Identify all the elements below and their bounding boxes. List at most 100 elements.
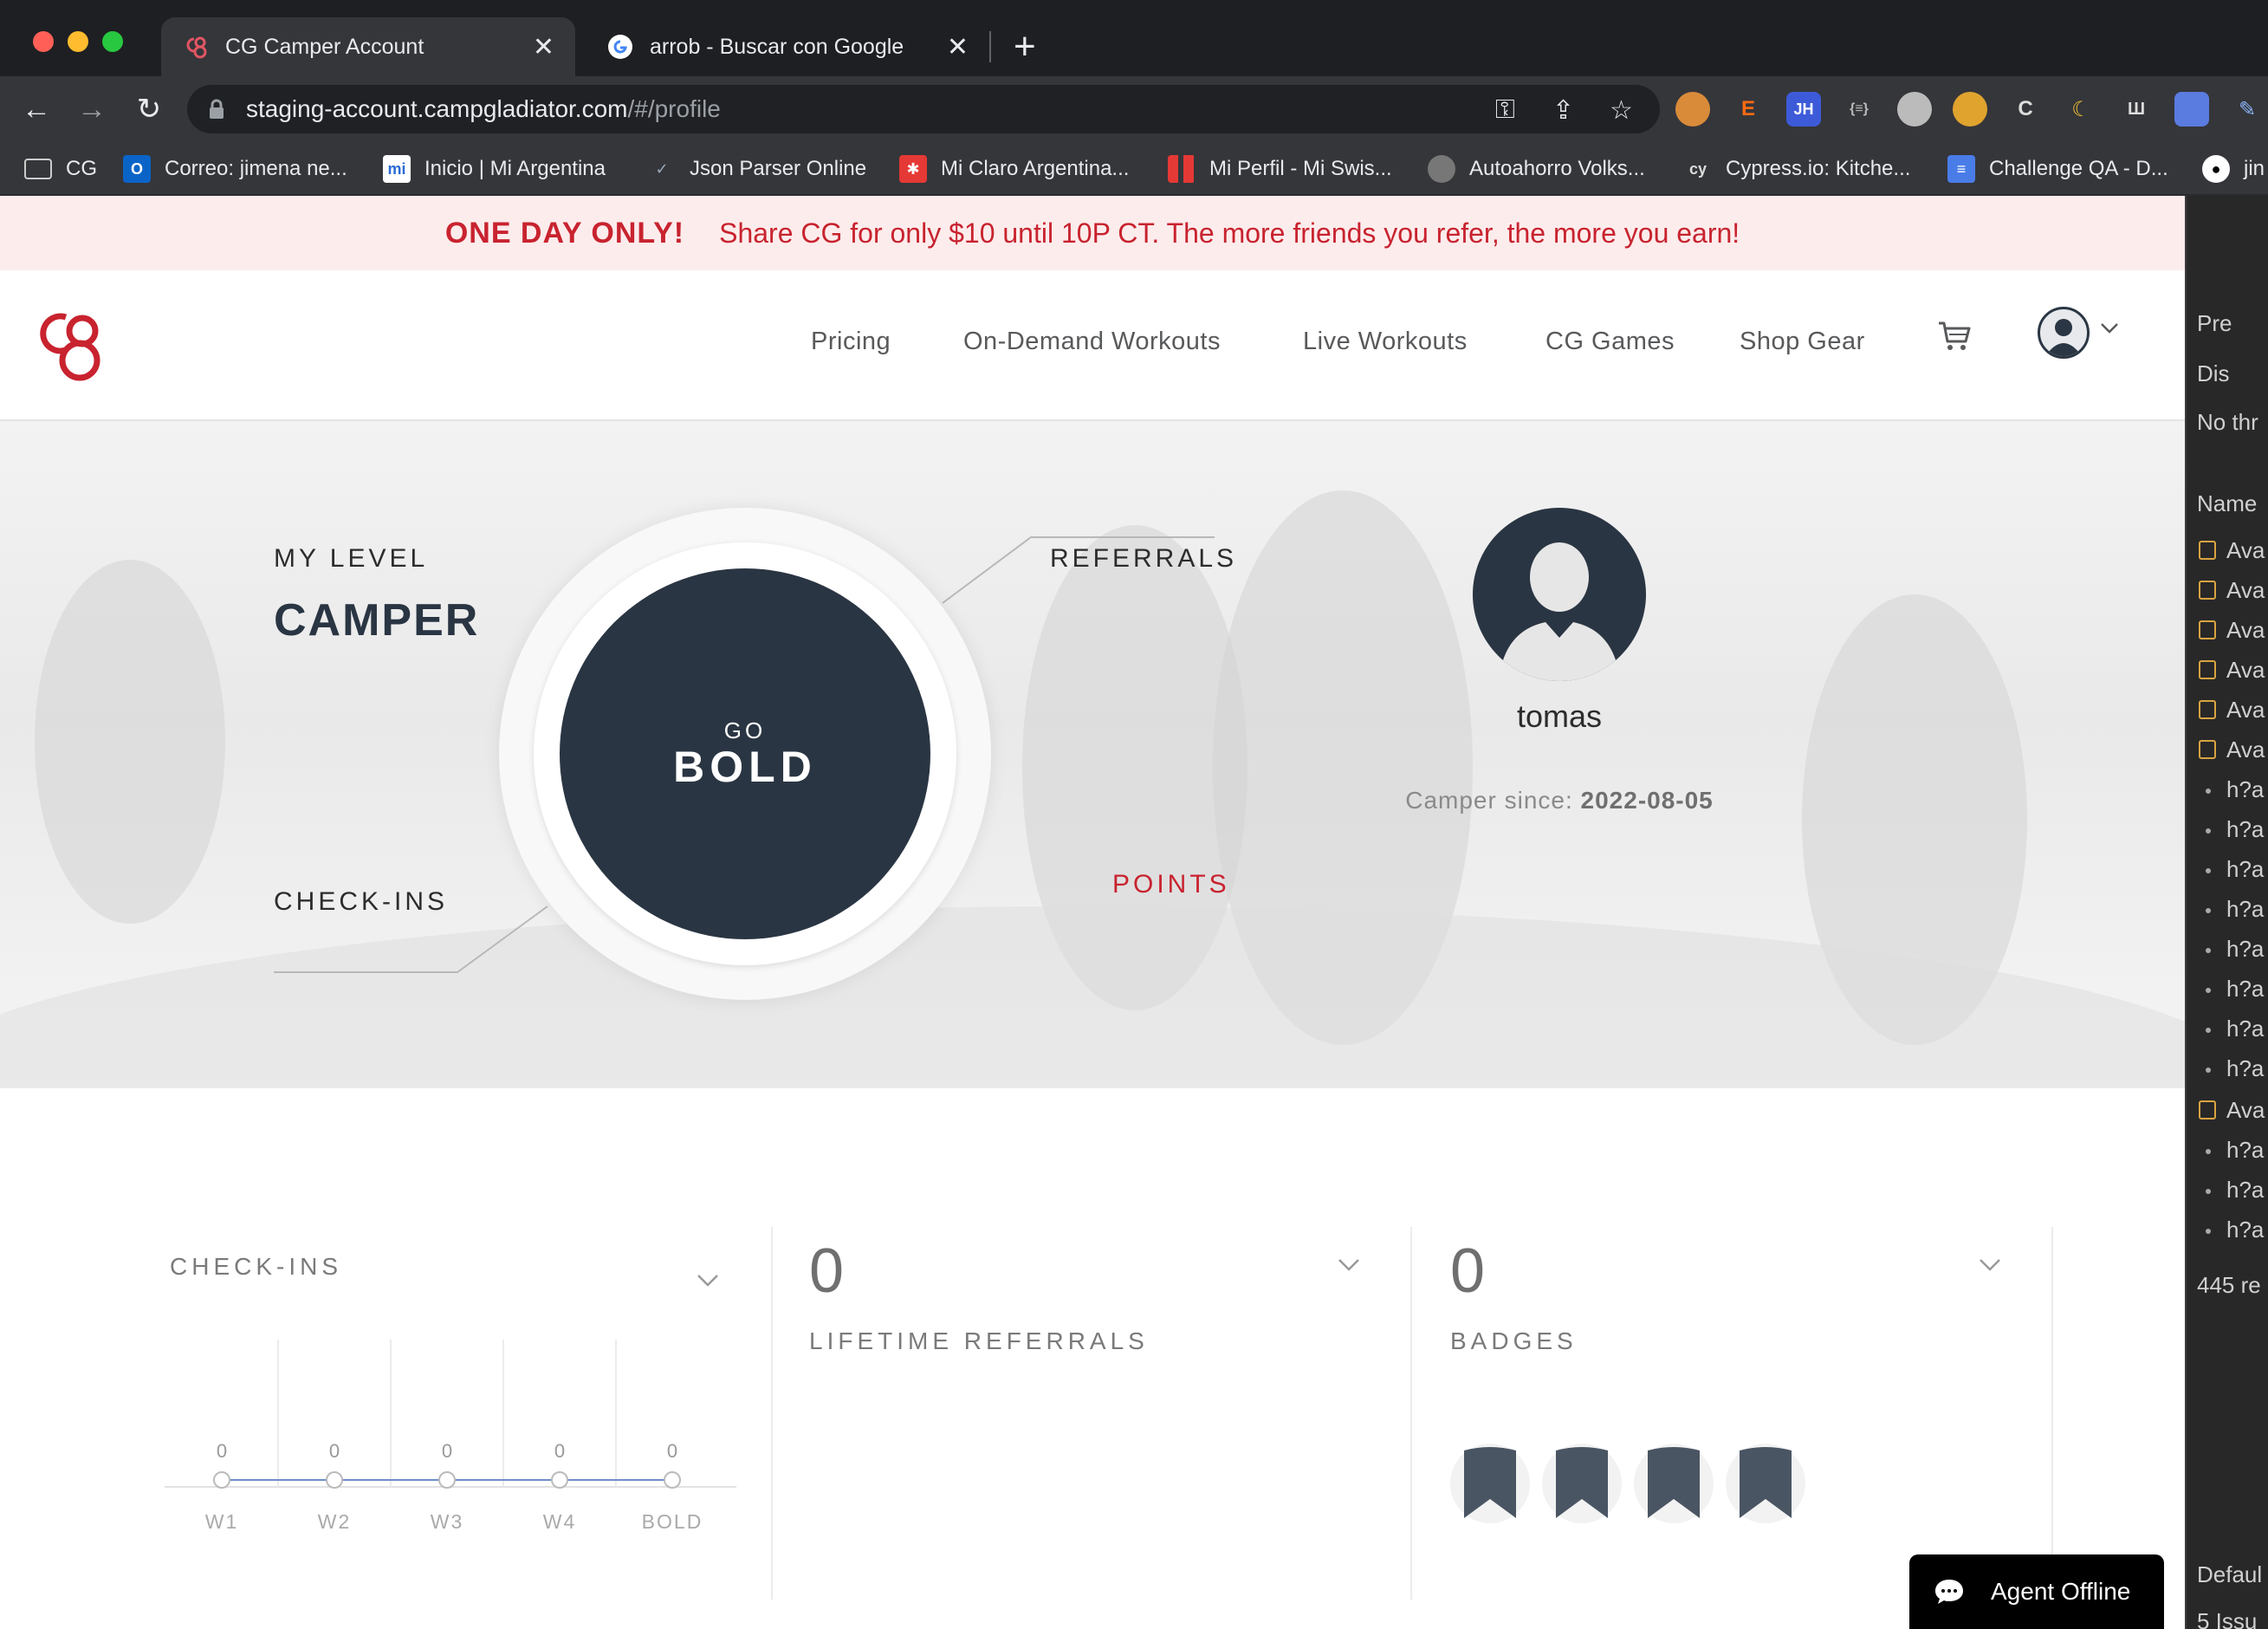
devtools-row[interactable]: Ava: [2226, 697, 2265, 724]
moon-extension-icon[interactable]: ☾: [2064, 92, 2098, 127]
devtools-row[interactable]: h?a: [2226, 816, 2264, 843]
nav-on-demand-workouts[interactable]: On-Demand Workouts: [963, 328, 1221, 356]
level-badge-top-text: GO: [723, 717, 767, 743]
badges-chevron-down-icon[interactable]: [1979, 1258, 2001, 1272]
request-dot-icon: [2206, 868, 2211, 873]
request-dot-icon: [2206, 1229, 2211, 1234]
close-window-button[interactable]: [33, 31, 54, 52]
devtools-row[interactable]: Ava: [2226, 737, 2265, 763]
badge-placeholder[interactable]: [1634, 1444, 1714, 1523]
share-icon[interactable]: ⇪: [1552, 95, 1574, 126]
bookmark-label: Cypress.io: Kitche...: [1726, 157, 1911, 180]
back-icon[interactable]: ←: [17, 90, 55, 128]
devtools-row[interactable]: h?a: [2226, 1177, 2264, 1204]
type-extension-icon[interactable]: Ш: [2119, 92, 2154, 127]
devtools-row[interactable]: Ava: [2226, 657, 2265, 684]
bookmark-item[interactable]: CG: [24, 154, 97, 184]
devtools-row[interactable]: h?a: [2226, 1016, 2264, 1042]
screen-extension-icon[interactable]: [2174, 92, 2209, 127]
bookmark-item[interactable]: Mi Perfil - Mi Swis...: [1168, 154, 1392, 184]
avatar-icon: [2045, 319, 2082, 356]
devtools-row[interactable]: h?a: [2226, 1137, 2264, 1164]
nav-live-workouts[interactable]: Live Workouts: [1303, 328, 1468, 356]
bookmark-item[interactable]: O Correo: jimena ne...: [123, 154, 347, 184]
bookmark-item[interactable]: Autoahorro Volks...: [1428, 154, 1645, 184]
devtools-row[interactable]: Name: [2197, 490, 2257, 517]
cookie-extension-icon[interactable]: [1675, 92, 1710, 127]
maximize-window-button[interactable]: [102, 31, 123, 52]
nav-shop-gear[interactable]: Shop Gear: [1740, 328, 1865, 356]
devtools-row[interactable]: Ava: [2226, 577, 2265, 604]
referrals-chevron-down-icon[interactable]: [1338, 1258, 1360, 1272]
tab-separator: [989, 31, 991, 62]
c-extension-icon[interactable]: C: [2008, 92, 2043, 127]
bookmark-item[interactable]: ✱ Mi Claro Argentina...: [899, 154, 1129, 184]
tab-cg-camper-account[interactable]: CG Camper Account ✕: [161, 17, 575, 76]
devtools-row[interactable]: h?a: [2226, 1217, 2264, 1243]
chevron-down-icon[interactable]: [2100, 322, 2119, 334]
cart-icon[interactable]: [1937, 321, 1972, 352]
referrals-label[interactable]: REFERRALS: [1050, 544, 1237, 574]
badge-placeholder[interactable]: [1450, 1444, 1530, 1523]
devtools-row[interactable]: No thr: [2197, 409, 2258, 436]
checkins-point[interactable]: [438, 1471, 456, 1489]
tab-title: CG Camper Account: [225, 34, 424, 59]
e-extension-icon[interactable]: E: [1731, 92, 1766, 127]
cg-logo-icon[interactable]: [35, 305, 106, 383]
json-extension-icon[interactable]: {≡}: [1842, 92, 1876, 127]
promo-banner[interactable]: ONE DAY ONLY! Share CG for only $10 unti…: [0, 196, 2185, 270]
checkins-point[interactable]: [664, 1471, 681, 1489]
jh-extension-icon[interactable]: JH: [1786, 92, 1821, 127]
nav-cg-games[interactable]: CG Games: [1545, 328, 1675, 356]
chat-widget[interactable]: Agent Offline: [1909, 1554, 2164, 1629]
points-label[interactable]: POINTS: [1112, 870, 1230, 899]
minimize-window-button[interactable]: [68, 31, 88, 52]
gear-extension-icon[interactable]: [1897, 92, 1932, 127]
checkins-label[interactable]: CHECK-INS: [274, 887, 448, 917]
devtools-row[interactable]: Defaul: [2197, 1561, 2262, 1588]
devtools-row[interactable]: 445 re: [2197, 1272, 2261, 1299]
username: tomas: [1516, 698, 1603, 734]
bookmark-item[interactable]: ✓ Json Parser Online: [648, 154, 866, 184]
devtools-row[interactable]: h?a: [2226, 856, 2264, 883]
forward-icon[interactable]: →: [73, 90, 111, 128]
tab-google-search[interactable]: arrob - Buscar con Google ✕: [586, 17, 989, 76]
devtools-row[interactable]: Ava: [2226, 537, 2265, 564]
badge-placeholder[interactable]: [1726, 1444, 1805, 1523]
reload-icon[interactable]: ↻: [130, 90, 168, 128]
checkins-point[interactable]: [326, 1471, 343, 1489]
pen-extension-icon[interactable]: ✎: [2230, 92, 2265, 127]
promo-headline: ONE DAY ONLY!: [444, 216, 685, 250]
bookmark-item[interactable]: mi Inicio | Mi Argentina: [383, 154, 606, 184]
devtools-row[interactable]: h?a: [2226, 936, 2264, 963]
profile-photo[interactable]: [1473, 508, 1646, 681]
devtools-row[interactable]: h?a: [2226, 1055, 2264, 1082]
page-content: ONE DAY ONLY! Share CG for only $10 unti…: [0, 196, 2185, 1629]
checkins-point[interactable]: [551, 1471, 568, 1489]
devtools-row[interactable]: Dis: [2197, 360, 2230, 387]
address-bar[interactable]: staging-account.campgladiator.com/#/prof…: [187, 85, 1660, 133]
key-icon[interactable]: ⚿: [1495, 95, 1515, 125]
bookmark-label: Autoahorro Volks...: [1469, 157, 1645, 180]
devtools-row[interactable]: Pre: [2197, 310, 2232, 337]
devtools-row[interactable]: h?a: [2226, 976, 2264, 1003]
tab-close-icon[interactable]: ✕: [947, 32, 969, 62]
checkins-chevron-down-icon[interactable]: [697, 1274, 719, 1288]
devtools-row[interactable]: Ava: [2226, 617, 2265, 644]
nav-pricing[interactable]: Pricing: [811, 328, 891, 356]
request-file-icon: [2199, 620, 2216, 639]
new-tab-button[interactable]: +: [1014, 24, 1036, 69]
devtools-row[interactable]: 5 Issu: [2197, 1608, 2257, 1629]
badge-placeholder[interactable]: [1542, 1444, 1622, 1523]
checkins-point[interactable]: [213, 1471, 230, 1489]
eye-extension-icon[interactable]: [1953, 92, 1987, 127]
bookmark-item[interactable]: ● jin: [2202, 154, 2265, 184]
devtools-row[interactable]: Ava: [2226, 1097, 2265, 1124]
bookmark-item[interactable]: cy Cypress.io: Kitche...: [1684, 154, 1910, 184]
user-avatar-button[interactable]: [2038, 307, 2090, 359]
tab-close-icon[interactable]: ✕: [533, 32, 554, 62]
devtools-row[interactable]: h?a: [2226, 896, 2264, 923]
devtools-row[interactable]: h?a: [2226, 776, 2264, 803]
bookmark-star-icon[interactable]: ☆: [1610, 95, 1633, 126]
bookmark-item[interactable]: ≡ Challenge QA - D...: [1947, 154, 2168, 184]
